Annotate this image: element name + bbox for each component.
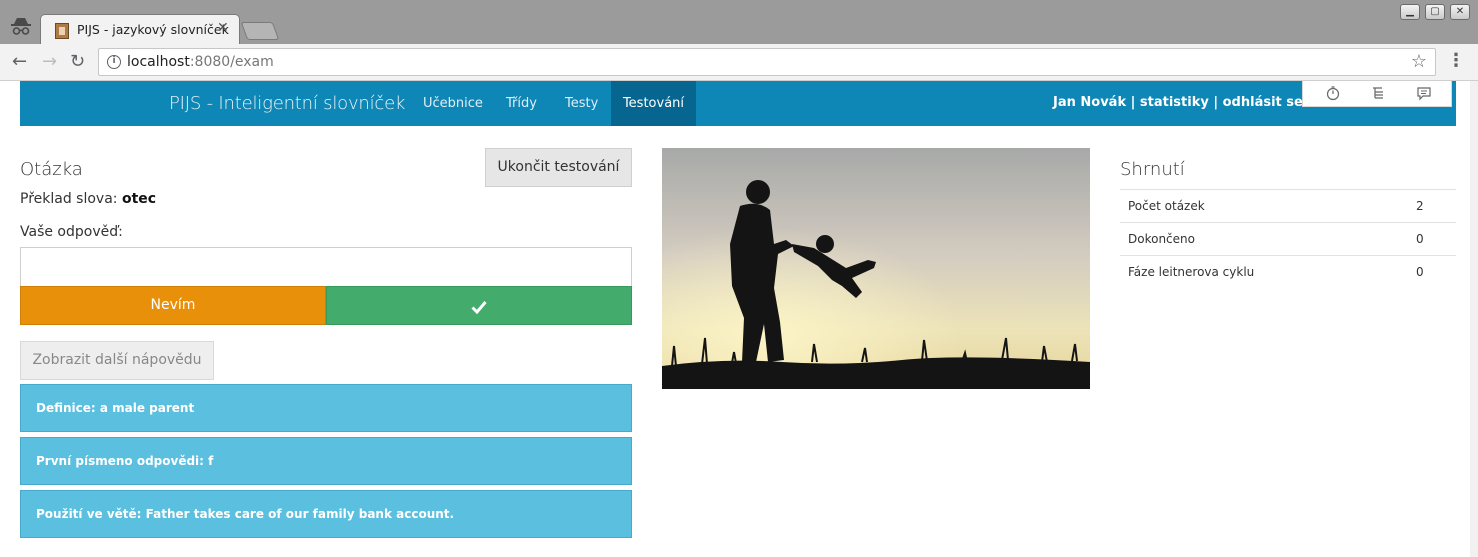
forward-arrow-icon[interactable]: →	[42, 52, 57, 72]
browser-tabstrip: PIJS - jazykový slovníček ✕ ▁ ▢ ✕	[0, 0, 1478, 45]
nav-item-testy[interactable]: Testy	[551, 81, 612, 126]
incognito-icon	[11, 18, 31, 35]
word-value: otec	[121, 191, 157, 207]
check-icon	[471, 300, 487, 314]
url-host: localhost	[127, 54, 190, 70]
info-icon[interactable]: i	[107, 55, 121, 69]
reload-icon[interactable]: ↻	[70, 52, 85, 72]
user-links[interactable]: Jan Novák | statistiky | odhlásit se	[1053, 95, 1303, 110]
window-maximize-button[interactable]: ▢	[1425, 4, 1445, 20]
browser-toolbar: ← → ↻ i localhost:8080/exam ☆ ⋮	[0, 44, 1478, 81]
comment-icon[interactable]	[1416, 85, 1432, 101]
show-next-hint-button[interactable]: Zobrazit další nápovědu	[20, 341, 214, 380]
page-scrollbar[interactable]	[1470, 81, 1478, 557]
summary-value-question-count: 2	[1408, 189, 1456, 223]
extension-toolbar	[1302, 81, 1452, 107]
summary-label-leitner-phase: Fáze leitnerova cyklu	[1120, 255, 1408, 289]
word-label: Překlad slova:	[20, 191, 118, 207]
question-heading: Otázka	[20, 159, 83, 180]
nav-item-testovani[interactable]: Testování	[611, 81, 696, 126]
favicon-icon	[55, 23, 69, 39]
summary-table: Počet otázek 2 Dokončeno 0 Fáze leitnero…	[1120, 189, 1456, 289]
dont-know-button[interactable]: Nevím	[20, 286, 326, 325]
tab-close-icon[interactable]: ✕	[217, 20, 229, 36]
browser-tab[interactable]: PIJS - jazykový slovníček ✕	[40, 14, 240, 45]
hint-first-letter: První písmeno odpovědi: f	[20, 437, 632, 485]
hint-example-sentence: Použití ve větě: Father takes care of ou…	[20, 490, 632, 538]
app-navbar: PIJS - Inteligentní slovníček Učebnice T…	[20, 81, 1456, 126]
hint-definition: Definice: a male parent	[20, 384, 632, 432]
table-row: Počet otázek 2	[1120, 189, 1456, 223]
url-text[interactable]: localhost:8080/exam	[127, 54, 274, 70]
word-translation-line: Překlad slova: otec	[20, 191, 156, 207]
window-minimize-button[interactable]: ▁	[1400, 4, 1420, 20]
new-tab-button[interactable]	[240, 22, 280, 40]
word-illustration-image	[662, 148, 1090, 389]
summary-value-completed: 0	[1408, 222, 1456, 256]
window-close-button[interactable]: ✕	[1450, 4, 1470, 20]
nav-item-ucebnice[interactable]: Učebnice	[409, 81, 497, 126]
brand-title[interactable]: PIJS - Inteligentní slovníček	[169, 93, 405, 114]
summary-value-leitner-phase: 0	[1408, 255, 1456, 289]
page: PIJS - Inteligentní slovníček Učebnice T…	[0, 81, 1470, 557]
answer-input[interactable]	[20, 247, 632, 287]
address-bar[interactable]: i localhost:8080/exam ☆	[98, 48, 1436, 76]
summary-heading: Shrnutí	[1120, 159, 1185, 180]
tree-list-icon[interactable]	[1370, 85, 1386, 101]
table-row: Dokončeno 0	[1120, 222, 1456, 256]
summary-label-completed: Dokončeno	[1120, 222, 1408, 256]
tab-title: PIJS - jazykový slovníček	[77, 22, 229, 37]
answer-label: Vaše odpověď:	[20, 224, 123, 240]
back-arrow-icon[interactable]: ←	[12, 52, 27, 72]
confirm-answer-button[interactable]	[326, 286, 632, 325]
summary-label-question-count: Počet otázek	[1120, 189, 1408, 223]
timer-icon[interactable]	[1325, 85, 1341, 101]
table-row: Fáze leitnerova cyklu 0	[1120, 255, 1456, 289]
browser-menu-icon[interactable]: ⋮	[1447, 50, 1465, 71]
url-path: :8080/exam	[189, 54, 274, 70]
nav-item-tridy[interactable]: Třídy	[492, 81, 551, 126]
end-testing-button[interactable]: Ukončit testování	[485, 148, 632, 187]
bookmark-star-icon[interactable]: ☆	[1411, 51, 1427, 72]
